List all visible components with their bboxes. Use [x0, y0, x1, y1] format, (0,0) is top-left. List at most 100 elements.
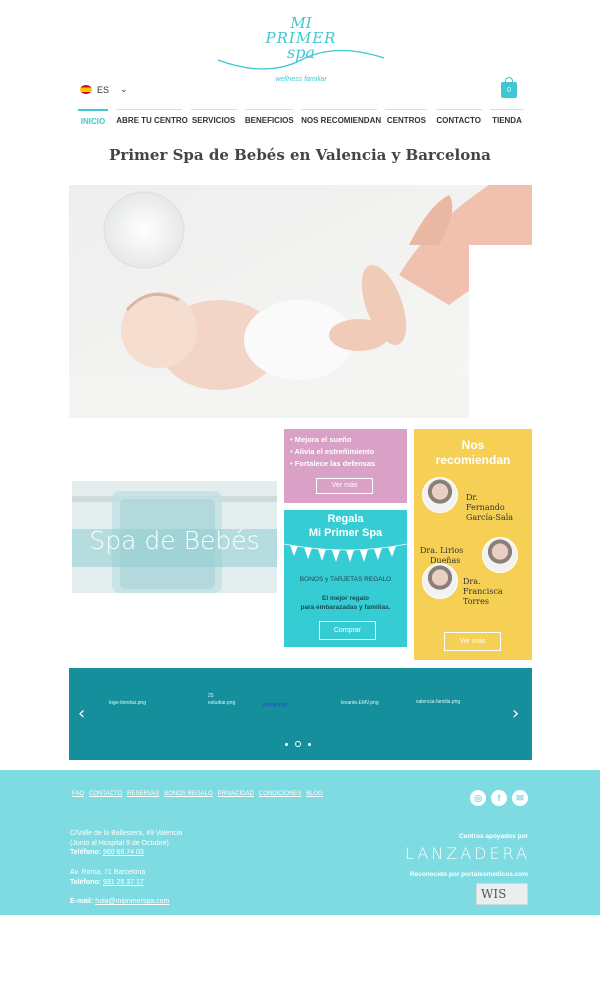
- email-label: E-mail:: [70, 898, 94, 905]
- phone-line: Teléfono: 960 66 74 03: [70, 848, 182, 858]
- phone-link[interactable]: 960 66 74 03: [103, 849, 144, 856]
- carousel-dots: [285, 741, 311, 747]
- recommendations-box: Nos recomiendan Dr. Fernando García-Sala…: [414, 429, 532, 660]
- gift-box: Regala Mi Primer Spa BONOS y TARJETAS RE…: [284, 510, 407, 647]
- gift-description: El mejor regalo para embarazadas y famil…: [284, 594, 407, 612]
- doctor-name-line: García-Sala: [466, 513, 514, 522]
- recognized-by-label: Reconocido por portalesmedicos.com: [409, 871, 528, 878]
- doctor-name-line: Torres: [463, 597, 490, 606]
- logo-swoosh-icon: [217, 49, 385, 70]
- instagram-icon[interactable]: ◎: [470, 790, 486, 806]
- carousel-dot-active[interactable]: [295, 741, 301, 747]
- recommendations-title: Nos recomiendan: [414, 438, 532, 468]
- carousel-item[interactable]: 25: [208, 693, 214, 699]
- doctor-name: Dra. Francisca Torres: [463, 577, 503, 607]
- supported-by-label: Centros apoyados por: [459, 833, 528, 840]
- footer-link-bonos-regalo[interactable]: BONOS REGALO: [164, 791, 212, 797]
- nav-item-nos-recomiendan[interactable]: NOS RECOMIENDAN: [301, 109, 381, 129]
- carousel-item[interactable]: levante.EMV.png: [341, 700, 379, 706]
- nav-item-servicios[interactable]: SERVICIOS: [190, 109, 237, 129]
- nav-item-contacto[interactable]: CONTACTO: [435, 109, 482, 129]
- wis-badge[interactable]: WIS: [476, 883, 528, 905]
- page-headline: Primer Spa de Bebés en Valencia y Barcel…: [109, 146, 491, 164]
- footer-link-blog[interactable]: BLOG: [306, 791, 323, 797]
- benefits-box: Mejora el sueño Alivia el estreñimiento …: [284, 429, 407, 503]
- doctor-name-line: Dr.: [466, 493, 478, 502]
- language-selector[interactable]: ES ⌄: [80, 84, 128, 95]
- footer: FAQ CONTACTO RESERVAS BONOS REGALO PRIVA…: [0, 770, 600, 915]
- carousel-item[interactable]: estudiar.png: [208, 700, 235, 706]
- main-nav: INICIO ABRE TU CENTRO SERVICIOS BENEFICI…: [78, 109, 524, 129]
- facebook-icon[interactable]: f: [491, 790, 507, 806]
- phone-link[interactable]: 931 26 37 17: [103, 879, 144, 886]
- gift-title: Regala Mi Primer Spa: [284, 512, 407, 540]
- phone-label: Teléfono:: [70, 878, 101, 886]
- hero-image: [69, 185, 532, 418]
- gift-subtitle: BONOS y TARJETAS REGALO: [299, 576, 392, 583]
- valencia-address: C/Valle de la Ballestera, 49 Valencia (J…: [70, 829, 182, 858]
- carousel-item[interactable]: valencia-familia.png: [416, 699, 460, 705]
- footer-link-contacto[interactable]: CONTACTO: [89, 791, 122, 797]
- chevron-down-icon: ⌄: [120, 84, 128, 94]
- recommendations-title-line-1: Nos: [461, 438, 485, 452]
- gift-desc-line-1: El mejor regalo: [322, 595, 369, 602]
- benefit-item: Mejora el sueño: [290, 434, 407, 446]
- doctor-name-line: Francisca: [463, 587, 503, 596]
- doctor-name: Dr. Fernando García-Sala: [466, 493, 513, 523]
- bunting-icon: [284, 543, 407, 562]
- footer-link-condiciones[interactable]: CONDICIONES: [259, 791, 301, 797]
- carousel-dot[interactable]: [308, 742, 311, 746]
- benefits-list: Mejora el sueño Alivia el estreñimiento …: [284, 429, 407, 470]
- carousel-item[interactable]: logo-tiendas.png: [109, 700, 146, 706]
- benefit-item: Alivia el estreñimiento: [290, 446, 407, 458]
- benefits-more-button[interactable]: Ver más: [316, 478, 373, 494]
- benefit-item: Fortalece las defensas: [290, 458, 407, 470]
- recommendations-title-line-2: recomiendan: [435, 453, 511, 467]
- barcelona-address: Av. Roma, 71 Barcelona Teléfono: 931 26 …: [70, 868, 145, 887]
- carousel-dot[interactable]: [285, 742, 288, 746]
- spa-tile-title: Spa de Bebés: [89, 526, 260, 555]
- email-icon[interactable]: ✉: [512, 790, 528, 806]
- footer-link-faq[interactable]: FAQ: [72, 791, 84, 797]
- address-line: Av. Roma, 71 Barcelona: [70, 869, 146, 876]
- nav-item-inicio[interactable]: INICIO: [78, 109, 108, 129]
- recommendations-more-button[interactable]: Ver más: [444, 632, 501, 651]
- footer-links: FAQ CONTACTO RESERVAS BONOS REGALO PRIVA…: [72, 791, 323, 797]
- doctor-portrait-avatar: [422, 563, 458, 599]
- doctor-name-line: Dra.: [463, 577, 481, 586]
- nav-item-abre-tu-centro[interactable]: ABRE TU CENTRO: [116, 109, 188, 129]
- logo[interactable]: MI PRIMER spa wellness familiar: [216, 10, 386, 90]
- buy-button[interactable]: Comprar: [319, 621, 376, 640]
- spa-de-bebes-tile[interactable]: Spa de Bebés: [72, 481, 277, 593]
- phone-line: Teléfono: 931 26 37 17: [70, 878, 145, 888]
- footer-link-reservas[interactable]: RESERVAS: [127, 791, 159, 797]
- cart-count: 0: [507, 87, 511, 94]
- address-line: (Junto al Hospital 9 de Octubre): [70, 839, 169, 847]
- carousel-item[interactable]: el.pais.png: [263, 702, 287, 708]
- nav-item-beneficios[interactable]: BENEFICIOS: [244, 109, 294, 129]
- doctor-name-line: Dra. Lirios: [420, 546, 464, 555]
- doctor-portrait-avatar: [422, 477, 458, 513]
- logo-tagline: wellness familiar: [275, 76, 327, 83]
- email-line: E-mail: hola@miprimerspa.com: [70, 897, 169, 907]
- doctor-name-line: Fernando: [466, 503, 505, 512]
- gift-desc-line-2: para embarazadas y familias.: [300, 604, 391, 611]
- chevron-left-icon[interactable]: ‹: [78, 703, 85, 724]
- nav-item-centros[interactable]: CENTROS: [385, 109, 428, 129]
- gift-title-line-1: Regala: [327, 513, 364, 525]
- nav-item-tienda[interactable]: TIENDA: [489, 109, 524, 129]
- baby-photo-illustration: [69, 185, 532, 418]
- press-carousel: ‹ logo-tiendas.png 25 estudiar.png el.pa…: [69, 668, 532, 760]
- email-link[interactable]: hola@miprimerspa.com: [95, 898, 169, 905]
- phone-label: Teléfono:: [70, 849, 101, 856]
- doctor-portrait-avatar: [482, 537, 518, 573]
- footer-link-privacidad[interactable]: PRIVACIDAD: [218, 791, 254, 797]
- page: MI PRIMER spa wellness familiar ES ⌄ 0 I…: [0, 0, 600, 981]
- chevron-right-icon[interactable]: ›: [512, 703, 519, 724]
- spain-flag-icon: [80, 85, 92, 94]
- lanzadera-logo[interactable]: LANZADERA: [405, 844, 530, 863]
- cart-icon[interactable]: 0: [501, 77, 517, 98]
- address-line: C/Valle de la Ballestera, 49 Valencia: [70, 830, 183, 837]
- language-code: ES: [97, 84, 110, 95]
- gift-title-line-2: Mi Primer Spa: [308, 527, 383, 539]
